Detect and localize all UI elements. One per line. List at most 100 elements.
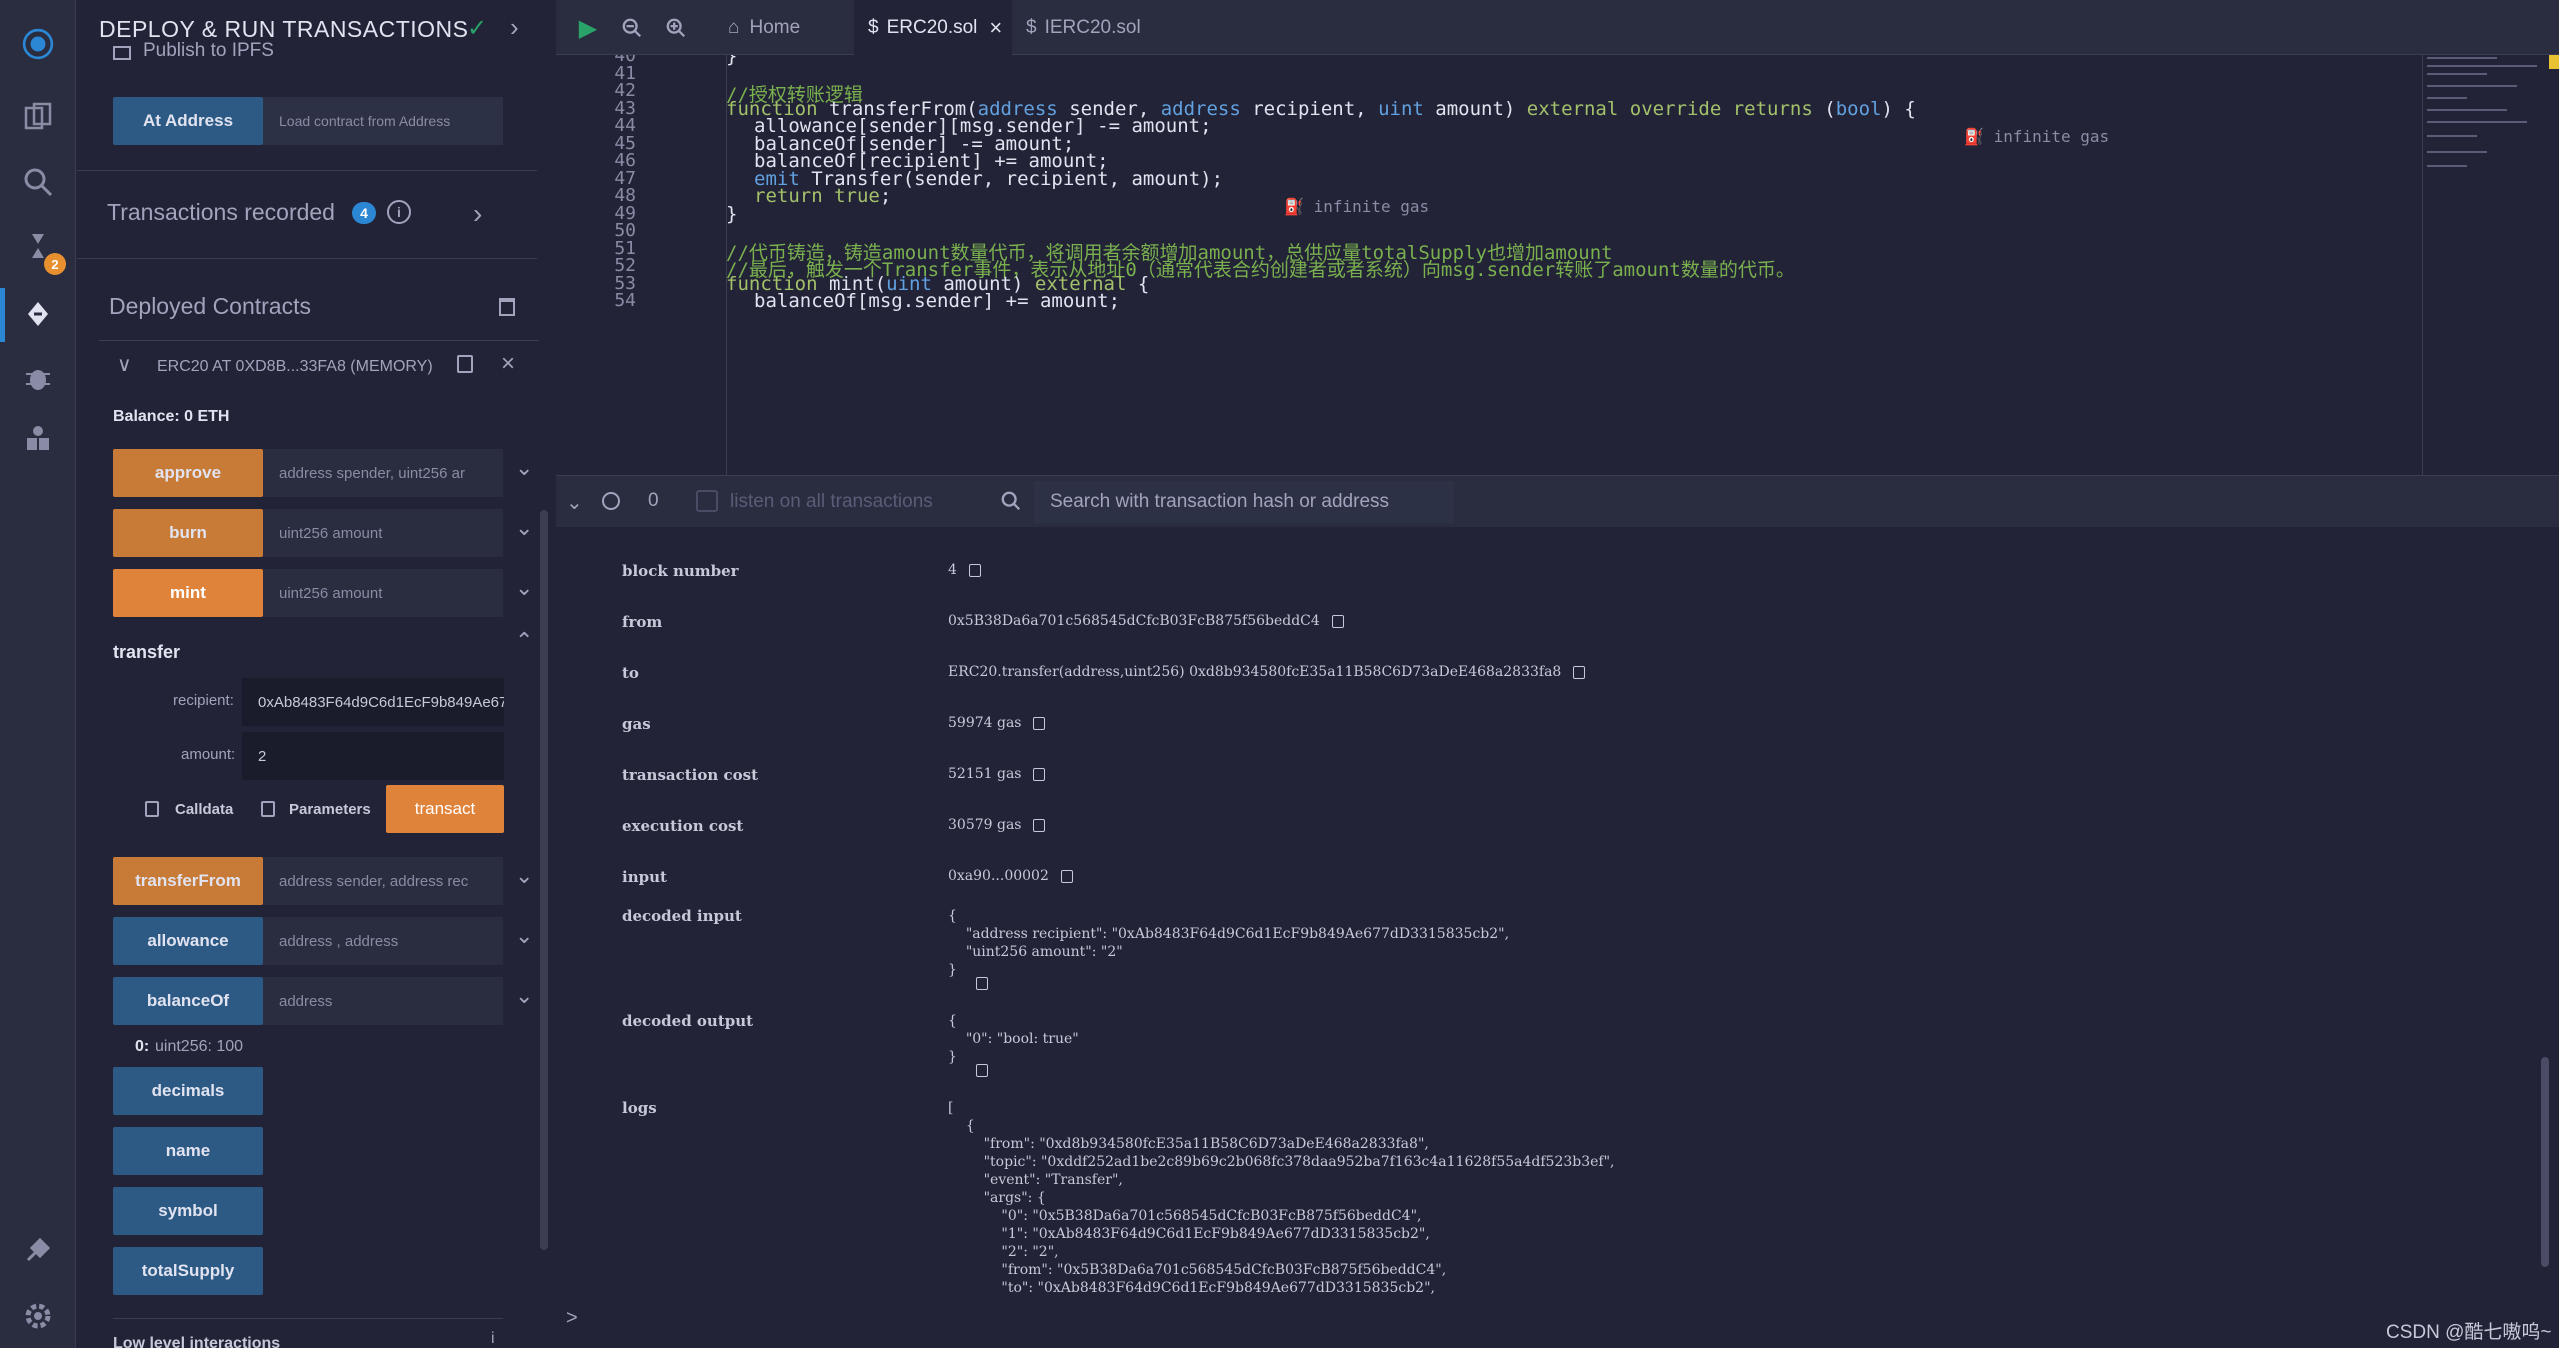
chevron-down-icon[interactable]: ⌄ [515,863,533,889]
contract-instance-name[interactable]: ERC20 AT 0XD8B...33FA8 (MEMORY) [157,358,433,376]
transact-button[interactable]: transact [386,785,504,833]
chevron-up-icon[interactable]: ⌃ [515,628,533,654]
tab-home-label: Home [749,16,801,38]
chevron-down-icon[interactable]: ⌄ [515,455,533,481]
code-editor[interactable]: 40} 41 42//授权转账逻辑 43 function transferFrom(a… [556,55,2422,475]
info-icon[interactable]: i [491,1330,495,1348]
transaction-cost-text: 52151 gas [948,766,1022,782]
check-icon: ✓ [467,15,488,42]
load-contract-input[interactable]: Load contract from Address [263,97,503,145]
approve-input[interactable]: address spender, uint256 ar [263,449,503,497]
clear-console-icon[interactable] [602,492,620,510]
chevron-down-icon[interactable]: ⌄ [515,923,533,949]
chevron-right-icon[interactable]: › [473,198,482,230]
chevron-down-icon[interactable]: ∨ [117,352,132,377]
file-explorer-icon[interactable] [18,96,58,136]
recipient-input[interactable]: 0xAb8483F64d9C6d1EcF9b849Ae677 [242,678,504,726]
gas-text: 59974 gas [948,715,1022,731]
tx-search-input[interactable]: Search with transaction hash or address [1034,481,1454,523]
info-icon[interactable]: i [387,200,411,224]
copy-icon[interactable] [976,975,988,993]
at-address-button[interactable]: At Address [113,97,263,145]
transferfrom-button[interactable]: transferFrom [113,857,263,905]
transferfrom-input[interactable]: address sender, address rec [263,857,503,905]
tab-ierc20-label: IERC20.sol [1044,16,1141,38]
execution-cost-key: execution cost [622,817,744,835]
allowance-button[interactable]: allowance [113,917,263,965]
solidity-file-icon: $ [1026,16,1037,38]
close-tab-icon[interactable]: × [989,15,1002,41]
mint-input[interactable]: uint256 amount [263,569,503,617]
copy-icon[interactable] [1033,818,1046,832]
name-button[interactable]: name [113,1127,263,1175]
divider [77,170,537,171]
parameters-button[interactable]: Parameters [289,801,371,818]
chevron-down-icon[interactable]: ⌄ [515,983,533,1009]
minimap-line [2427,73,2487,75]
terminal-scrollbar[interactable] [2541,1057,2549,1267]
run-play-icon[interactable]: ▶ [572,12,604,44]
copy-icon[interactable] [1573,665,1586,679]
compiler-badge: 2 [44,253,66,275]
icon-rail: 2 [0,0,76,1348]
zoom-out-icon[interactable] [616,12,648,44]
minimap-line [2427,65,2537,67]
copy-icon[interactable] [145,801,159,817]
symbol-button[interactable]: symbol [113,1187,263,1235]
terminal-prompt[interactable]: > [566,1307,578,1330]
chevron-down-icon[interactable]: ⌄ [515,515,533,541]
minimap-line [2427,85,2517,87]
execution-cost-value: 30579 gas [948,817,1046,833]
balanceof-result-key: 0: [135,1038,150,1055]
learneth-icon[interactable] [18,418,58,458]
copy-icon[interactable] [968,563,981,577]
tab-ierc20[interactable]: $ IERC20.sol [1012,0,1162,55]
decoded-output-key: decoded output [622,1012,754,1030]
burn-button[interactable]: burn [113,509,263,557]
copy-icon[interactable] [1060,869,1073,883]
balanceof-button[interactable]: balanceOf [113,977,263,1025]
copy-icon[interactable] [1033,767,1046,781]
remix-logo-icon[interactable] [8,14,68,74]
approve-button[interactable]: approve [113,449,263,497]
copy-icon[interactable] [261,801,275,817]
tab-home[interactable]: ⌂ Home [714,0,854,55]
panel-scrollbar[interactable] [540,510,548,1250]
debugger-icon[interactable] [18,358,58,398]
decimals-button[interactable]: decimals [113,1067,263,1115]
chevron-right-icon[interactable]: › [510,12,519,43]
copy-icon[interactable] [976,1062,988,1080]
totalsupply-button[interactable]: totalSupply [113,1247,263,1295]
search-icon[interactable] [18,162,58,202]
divider [113,1318,503,1319]
settings-gear-icon[interactable] [18,1296,58,1336]
plugin-manager-icon[interactable] [18,1230,58,1270]
tab-erc20[interactable]: $ ERC20.sol × [854,0,1012,55]
zoom-in-icon[interactable] [660,12,692,44]
amount-input[interactable]: 2 [242,732,504,780]
chevron-down-icon[interactable]: ⌄ [515,575,533,601]
deploy-run-icon[interactable] [18,294,58,334]
copy-icon[interactable] [1033,716,1046,730]
block-number-value: 4 [948,562,981,578]
burn-input[interactable]: uint256 amount [263,509,503,557]
logs-value: [ { "from": "0xd8b934580fcE35a11B58C6D73… [948,1100,1615,1296]
listen-all-checkbox[interactable] [696,490,718,512]
editor-minimap[interactable] [2422,55,2559,475]
gas-hint-text: infinite gas [1993,127,2110,146]
transactions-count-badge: 4 [352,202,376,224]
balanceof-input[interactable]: address [263,977,503,1025]
trash-icon[interactable] [499,298,515,316]
copy-address-icon[interactable] [457,355,473,373]
publish-ipfs-checkbox[interactable] [113,46,131,60]
collapse-terminal-icon[interactable]: ⌄ [566,490,583,515]
allowance-input[interactable]: address , address [263,917,503,965]
minimap-line [2427,151,2487,153]
copy-icon[interactable] [1331,614,1344,628]
home-icon: ⌂ [728,16,740,38]
divider [99,340,539,341]
calldata-button[interactable]: Calldata [175,801,233,818]
mint-button[interactable]: mint [113,569,263,617]
from-text: 0x5B38Da6a701c568545dCfcB03FcB875f56bedd… [948,613,1320,629]
close-icon[interactable]: × [501,350,515,378]
